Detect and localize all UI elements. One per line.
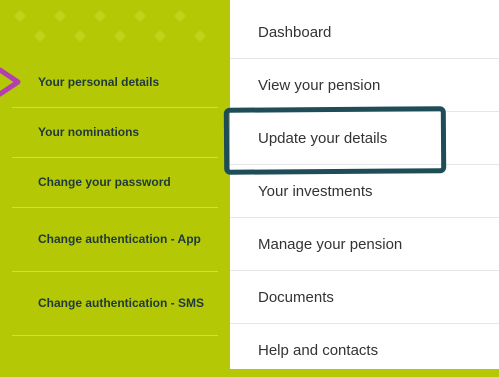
account-menu-item-auth-sms[interactable]: Change authentication - SMS [12,272,218,336]
account-menu: Your personal details Your nominations C… [12,58,218,369]
main-menu: Dashboard View your pension Update your … [230,0,499,369]
menu-item-documents[interactable]: Documents [230,271,499,324]
account-menu-item-label: Change authentication - SMS [38,296,205,310]
menu-item-label: Your investments [258,182,373,200]
menu-item-label: Documents [258,288,334,306]
account-menu-item-label: Your nominations [38,125,140,139]
account-menu-item-label: Change authentication - App [38,232,201,246]
account-menu-item-auth-app[interactable]: Change authentication - App [12,208,218,272]
highlight-outline [223,106,447,175]
menu-item-view-pension[interactable]: View your pension [230,59,499,112]
menu-item-label: Dashboard [258,23,332,41]
menu-item-manage-pension[interactable]: Manage your pension [230,218,499,271]
menu-item-label: View your pension [258,76,381,94]
account-menu-item-label: Change your password [38,175,171,189]
account-menu-item-label: Your personal details [38,75,160,89]
account-menu-item-nominations[interactable]: Your nominations [12,108,218,158]
menu-item-help-contacts[interactable]: Help and contacts [230,324,499,377]
menu-item-dashboard[interactable]: Dashboard [230,6,499,59]
account-menu-item-change-password[interactable]: Change your password [12,158,218,208]
arrow-right-icon [0,67,21,97]
menu-item-label: Manage your pension [258,235,403,253]
account-menu-item-personal-details[interactable]: Your personal details [12,58,218,108]
menu-item-label: Help and contacts [258,342,379,359]
